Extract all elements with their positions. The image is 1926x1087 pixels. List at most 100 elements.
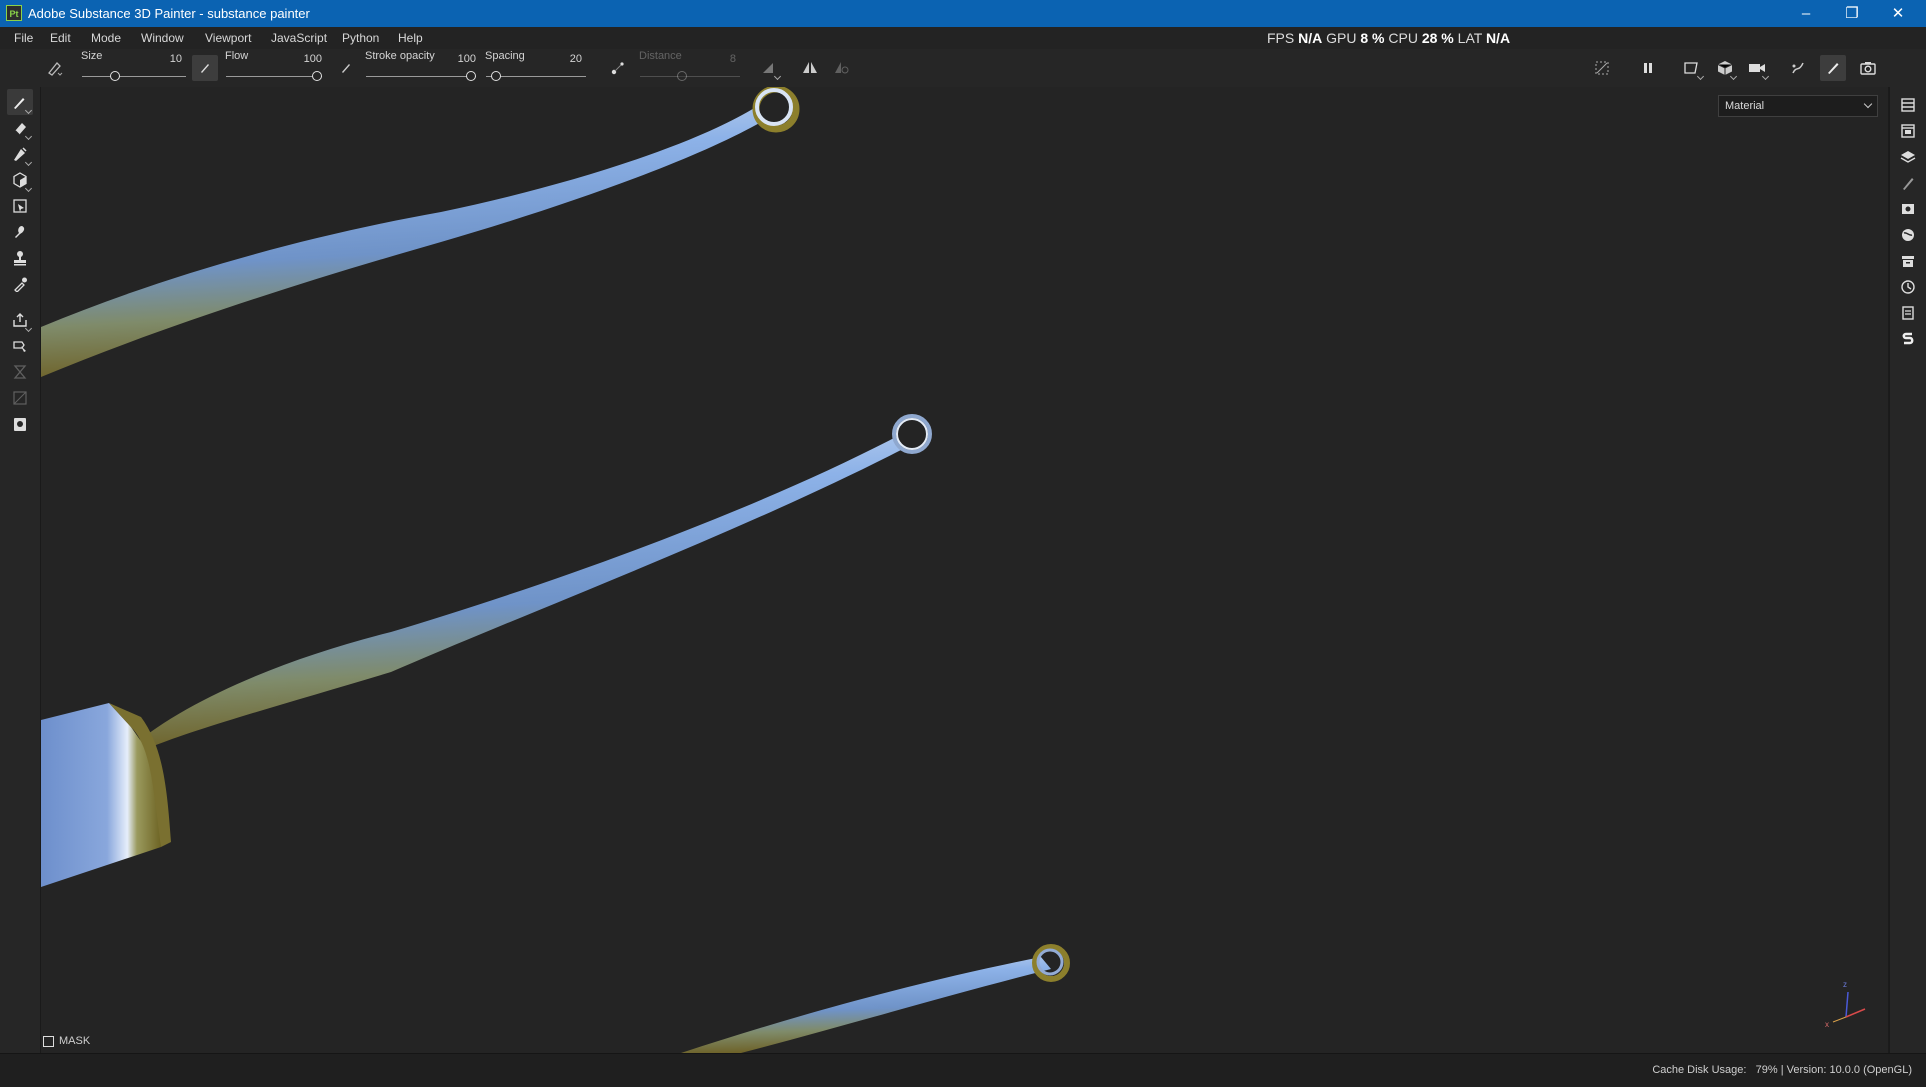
symmetry-settings-icon — [835, 62, 849, 74]
paint-mode-button[interactable] — [1820, 55, 1846, 81]
menu-viewport[interactable]: Viewport — [205, 31, 251, 45]
tool-select[interactable] — [7, 333, 33, 359]
panel-layers-list[interactable] — [1896, 93, 1920, 117]
gpu-value: 8 % — [1360, 30, 1385, 46]
menu-file[interactable]: File — [14, 31, 33, 45]
lazy-mouse-toggle[interactable] — [605, 55, 631, 81]
tool-bake[interactable] — [7, 307, 33, 333]
viewport-mode-button[interactable] — [1679, 55, 1705, 81]
close-button[interactable]: ✕ — [1875, 0, 1921, 27]
flow-slider[interactable] — [226, 76, 322, 77]
spacing-slider[interactable] — [486, 76, 586, 77]
screenshot-button[interactable] — [1855, 55, 1881, 81]
tool-properties-bar: Size 10 Flow 100 Stroke opacity 100 Spac… — [0, 49, 1926, 88]
tool-geometry-mask[interactable] — [7, 193, 33, 219]
3d-viewport[interactable]: z x Material MASK — [41, 87, 1888, 1053]
tool-paint[interactable] — [7, 89, 33, 115]
symmetry-icon — [803, 62, 817, 73]
rod-middle — [41, 414, 932, 887]
window-title: Adobe Substance 3D Painter - substance p… — [28, 6, 310, 21]
environment-icon — [1902, 229, 1914, 241]
axis-z-label: z — [1843, 980, 1847, 989]
tool-eraser[interactable] — [7, 115, 33, 141]
pen-pressure-icon — [201, 64, 209, 73]
tool-uv[interactable] — [7, 385, 33, 411]
panel-properties[interactable] — [1896, 171, 1920, 195]
tool-projection[interactable] — [7, 141, 33, 167]
tool-polygon-fill[interactable] — [7, 167, 33, 193]
history-icon — [1901, 280, 1915, 294]
lat-label: LAT — [1457, 30, 1483, 46]
size-label: Size — [81, 50, 103, 62]
texture-set-icon — [1901, 124, 1915, 138]
panel-texture-set[interactable] — [1896, 119, 1920, 143]
status-text: Cache Disk Usage: 79% | Version: 10.0.0 … — [1652, 1064, 1912, 1076]
menu-window[interactable]: Window — [141, 31, 184, 45]
spacing-slider-handle[interactable] — [491, 71, 501, 81]
size-slider[interactable] — [82, 76, 186, 77]
distance-slider[interactable] — [640, 76, 740, 77]
panel-display-settings[interactable] — [1896, 197, 1920, 221]
performance-readout: FPS N/A GPU 8 % CPU 28 % LAT N/A — [1267, 30, 1510, 46]
distance-slider-handle[interactable] — [677, 71, 687, 81]
projection-icon — [14, 147, 27, 161]
pause-icon — [1644, 63, 1652, 73]
symmetry-settings-button[interactable] — [829, 55, 855, 81]
flow-pressure-toggle[interactable] — [192, 55, 218, 81]
menu-python[interactable]: Python — [342, 31, 379, 45]
panel-shelf[interactable] — [1896, 249, 1920, 273]
menu-help[interactable]: Help — [398, 31, 423, 45]
stroke-opacity-slider-handle[interactable] — [466, 71, 476, 81]
brush-preset-button[interactable] — [42, 55, 68, 81]
channel-select[interactable]: Material — [1718, 95, 1878, 117]
hide-ui-button[interactable] — [1589, 55, 1615, 81]
alignment-button[interactable] — [756, 55, 782, 81]
symmetry-button[interactable] — [797, 55, 823, 81]
flow-label: Flow — [225, 50, 249, 62]
mask-checkbox[interactable] — [43, 1035, 54, 1047]
axis-gizmo: z x — [1825, 980, 1866, 1029]
camera-settings-button[interactable] — [1744, 55, 1770, 81]
flow-value: 100 — [303, 53, 322, 65]
title-bar: Pt Adobe Substance 3D Painter - substanc… — [0, 0, 1926, 27]
panel-layer-stack[interactable] — [1896, 145, 1920, 169]
hourglass-icon — [13, 365, 27, 379]
stroke-opacity-value: 100 — [457, 53, 476, 65]
panel-environment[interactable] — [1896, 223, 1920, 247]
panel-log[interactable] — [1896, 301, 1920, 325]
stroke-opacity-label: Stroke opacity — [365, 50, 435, 62]
cube-icon — [1717, 61, 1733, 75]
properties-icon — [1903, 178, 1914, 190]
menu-bar: File Edit Mode Window Viewport JavaScrip… — [0, 27, 1926, 49]
brush-icon — [1828, 63, 1839, 74]
camera-view-button[interactable] — [1712, 55, 1738, 81]
rod-top — [41, 87, 800, 377]
polygon-fill-icon — [13, 172, 27, 188]
size-slider-handle[interactable] — [110, 71, 120, 81]
tool-hourglass[interactable] — [7, 359, 33, 385]
menu-edit[interactable]: Edit — [50, 31, 71, 45]
minimize-button[interactable]: – — [1783, 0, 1829, 27]
chevron-down-icon — [1863, 99, 1873, 109]
stroke-opacity-slider[interactable] — [366, 76, 476, 77]
menu-javascript[interactable]: JavaScript — [271, 31, 327, 45]
opacity-pressure-toggle[interactable] — [333, 55, 359, 81]
mask-toggle[interactable]: MASK — [43, 1035, 90, 1047]
right-panel-strip — [1889, 87, 1926, 1053]
minimize-icon: – — [1801, 5, 1811, 22]
pause-engine-button[interactable] — [1635, 55, 1661, 81]
flow-slider-handle[interactable] — [312, 71, 322, 81]
iray-render-button[interactable] — [1785, 55, 1811, 81]
tool-clone[interactable] — [7, 245, 33, 271]
restore-button[interactable]: ❐ — [1829, 0, 1875, 27]
screenshot-icon — [14, 418, 26, 431]
size-value: 10 — [169, 53, 182, 65]
panel-history[interactable] — [1896, 275, 1920, 299]
tool-screenshot[interactable] — [7, 411, 33, 437]
menu-mode[interactable]: Mode — [91, 31, 121, 45]
tool-smudge[interactable] — [7, 219, 33, 245]
rod-bottom — [681, 944, 1070, 1053]
viewport-render: z x — [41, 87, 1866, 1053]
panel-substance[interactable] — [1896, 327, 1920, 351]
tool-color-picker[interactable] — [7, 271, 33, 297]
